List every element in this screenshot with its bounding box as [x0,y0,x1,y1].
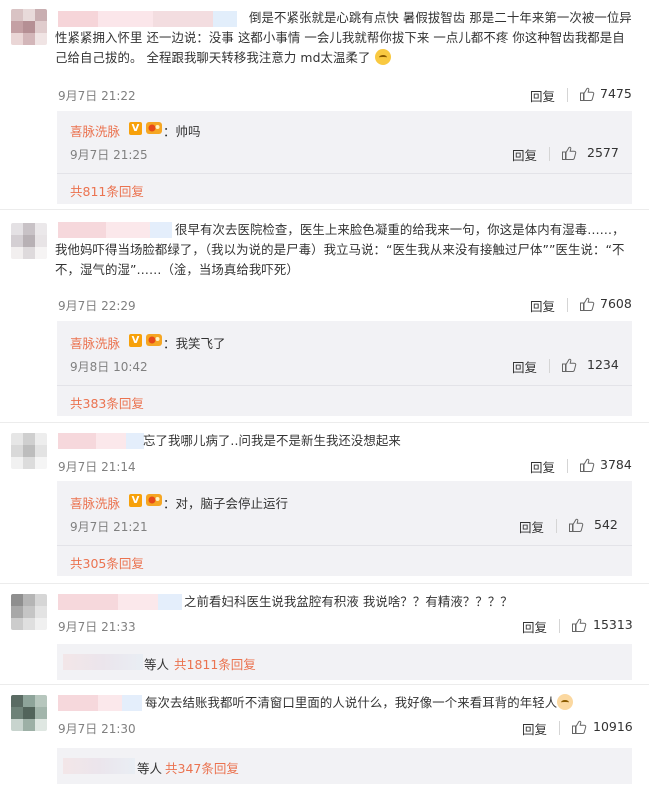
sub-reply-summary: 等人 共1811条回复 [57,644,632,680]
username-blurred [63,654,143,670]
reply-button[interactable]: 回复 [522,719,547,738]
more-replies-link[interactable]: 共383条回复 [70,393,144,412]
thumb-up-icon[interactable] [579,86,595,102]
reply-button[interactable]: 回复 [512,357,537,376]
like-count: 542 [594,517,618,532]
username-blurred[interactable] [58,594,182,610]
reply-button[interactable]: 回复 [512,145,537,164]
username-blurred[interactable] [58,695,142,711]
thumb-up-icon[interactable] [561,357,577,373]
sub-reply-text: ：我笑飞了 [163,336,226,351]
username-blurred [63,758,135,774]
like-count: 1234 [587,357,619,372]
separator [0,209,649,210]
sub-reply-box: 喜脉洗脉 V ：我笑飞了 9月8日 10:42 回复 1234 共383条回复 [57,321,632,416]
sub-reply-time: 9月7日 21:21 [70,520,148,534]
divider [559,619,560,633]
sub-reply-username[interactable]: 喜脉洗脉 [70,333,120,352]
level-badge-icon [146,122,162,134]
reply-button[interactable]: 回复 [522,617,547,636]
verified-v-icon: V [129,122,142,135]
divider [57,173,632,174]
thumb-up-icon[interactable] [568,517,584,533]
separator [0,583,649,584]
sub-reply-box: 喜脉洗脉 V ：帅吗 9月7日 21:25 回复 2577 共811条回复 [57,111,632,204]
comment-text: 很早有次去医院检查，医生上来脸色凝重的给我来一句，你这是体内有湿毒……，我他妈吓… [55,222,625,277]
comment-time: 9月7日 21:14 [58,460,136,474]
comment-list: 倒是不紧张就是心跳有点快 暑假拔智齿 那是二十年来第一次被一位异性紧紧拥入怀里 … [0,0,649,789]
comment-time: 9月7日 21:33 [58,620,136,634]
awkward-face-emoji [557,694,574,710]
divider [549,359,550,373]
like-count: 3784 [600,457,632,472]
reply-users-label: 等人 [144,657,170,672]
divider [567,88,568,102]
reply-users-label: 等人 [137,761,163,776]
more-replies-link[interactable]: 共1811条回复 [174,654,256,673]
thumb-up-icon[interactable] [561,145,577,161]
comment-time: 9月7日 21:30 [58,722,136,736]
like-count: 10916 [593,719,633,734]
sub-reply-username[interactable]: 喜脉洗脉 [70,493,120,512]
like-count: 7475 [600,86,632,101]
thumb-up-icon[interactable] [579,457,595,473]
separator [0,684,649,685]
comment-text: 倒是不紧张就是心跳有点快 暑假拔智齿 那是二十年来第一次被一位异性紧紧拥入怀里 … [55,10,632,65]
verified-v-icon: V [129,494,142,507]
sub-reply-username[interactable]: 喜脉洗脉 [70,121,120,140]
sub-reply-summary: 等人 共347条回复 [57,748,632,784]
divider [559,721,560,735]
separator [0,422,649,423]
crying-face-emoji [374,49,391,65]
more-replies-link[interactable]: 共305条回复 [70,553,144,572]
avatar[interactable] [11,223,47,259]
divider [556,519,557,533]
comment-text: 每次去结账我都听不清窗口里面的人说什么，我好像一个来看耳背的年轻人 [145,693,635,713]
comment-time: 9月7日 21:22 [58,89,136,103]
divider [567,298,568,312]
avatar[interactable] [11,695,47,731]
sub-reply-time: 9月8日 10:42 [70,360,148,374]
reply-button[interactable]: 回复 [530,86,555,105]
avatar[interactable] [11,433,47,469]
divider [549,147,550,161]
level-badge-icon [146,334,162,346]
verified-v-icon: V [129,334,142,347]
username-blurred[interactable] [58,433,144,449]
reply-button[interactable]: 回复 [530,296,555,315]
comment-time: 9月7日 22:29 [58,299,136,313]
thumb-up-icon[interactable] [579,296,595,312]
more-replies-link[interactable]: 共811条回复 [70,181,144,200]
comment-text: 忘了我哪儿病了..问我是不是新生我还没想起来 [143,433,401,448]
sub-reply-box: 喜脉洗脉 V ：对，脑子会停止运行 9月7日 21:21 回复 542 共305… [57,481,632,576]
avatar[interactable] [11,9,47,45]
divider [57,545,632,546]
avatar[interactable] [11,594,47,630]
like-count: 2577 [587,145,619,160]
divider [57,385,632,386]
divider [567,459,568,473]
level-badge-icon [146,494,162,506]
thumb-up-icon[interactable] [571,617,587,633]
sub-reply-text: ：帅吗 [163,124,201,139]
like-count: 15313 [593,617,633,632]
comment-text: 之前看妇科医生说我盆腔有积液 我说啥？？有精液？？？？ [184,594,513,609]
like-count: 7608 [600,296,632,311]
sub-reply-text: ：对，脑子会停止运行 [163,496,289,511]
sub-reply-time: 9月7日 21:25 [70,148,148,162]
reply-button[interactable]: 回复 [519,517,544,536]
thumb-up-icon[interactable] [571,719,587,735]
more-replies-link[interactable]: 共347条回复 [165,758,239,777]
reply-button[interactable]: 回复 [530,457,555,476]
